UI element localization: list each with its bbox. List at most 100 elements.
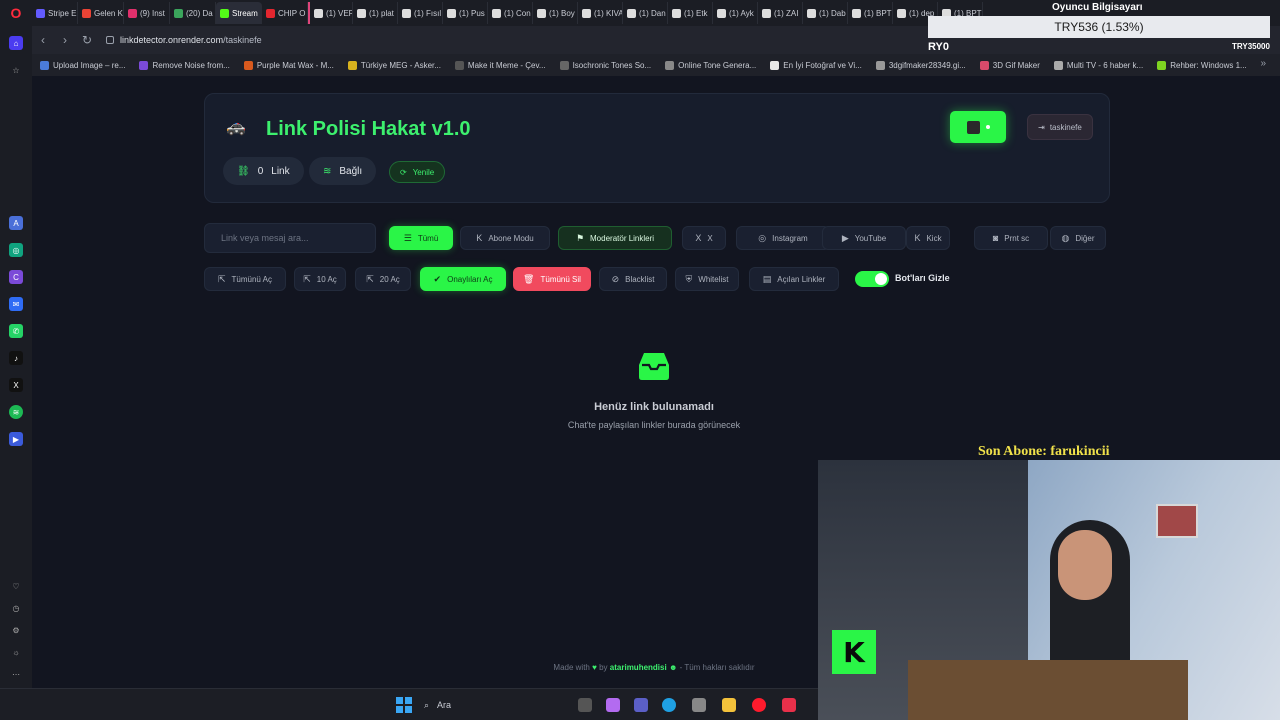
- browser-tab[interactable]: Stream: [216, 2, 262, 24]
- browser-tab[interactable]: (1) Fısıl: [398, 2, 443, 24]
- android-icon: ☻: [668, 663, 678, 672]
- heart-icon[interactable]: ♡: [9, 579, 23, 593]
- browser-tab[interactable]: (1) plat: [353, 2, 398, 24]
- more-icon[interactable]: ⋯: [9, 667, 23, 681]
- filter-chip[interactable]: ◍ Diğer: [1050, 226, 1106, 250]
- filter-chip[interactable]: XX: [682, 226, 726, 250]
- action-button[interactable]: ⇱ 10 Aç: [294, 267, 346, 291]
- opera-taskbar-icon[interactable]: [752, 698, 766, 712]
- store-icon[interactable]: [692, 698, 706, 712]
- aria-icon[interactable]: A: [9, 216, 23, 230]
- filter-chip[interactable]: K Kick: [906, 226, 950, 250]
- bookmark-item[interactable]: Rehber: Windows 1...: [1157, 60, 1247, 70]
- action-button-label: Tümünü Aç: [231, 274, 272, 284]
- app-taskbar-icon[interactable]: [782, 698, 796, 712]
- bookmark-item[interactable]: Remove Noise from...: [139, 60, 230, 70]
- filter-chip[interactable]: ⚑ Moderatör Linkleri: [558, 226, 672, 250]
- browser-tab[interactable]: CHIP O: [262, 2, 308, 24]
- action-button[interactable]: ✔ Onaylıları Aç: [420, 267, 506, 291]
- action-button[interactable]: ⛨ Whitelist: [675, 267, 739, 291]
- action-button[interactable]: ▤ Açılan Linkler: [749, 267, 839, 291]
- reload-icon[interactable]: ↻: [76, 33, 98, 47]
- search-input[interactable]: [204, 223, 376, 253]
- history-icon[interactable]: ◷: [9, 601, 23, 615]
- speed-dial-icon[interactable]: ☆: [9, 63, 23, 77]
- logout-label: taskinefe: [1049, 122, 1082, 132]
- bookmark-item[interactable]: 3dgifmaker28349.gi...: [875, 60, 966, 70]
- browser-tab[interactable]: (20) Da: [170, 2, 216, 24]
- bookmark-item[interactable]: Türkiye MEG - Asker...: [347, 60, 441, 70]
- x-icon[interactable]: X: [9, 378, 23, 392]
- browser-tab[interactable]: (9) Inst: [124, 2, 170, 24]
- action-button[interactable]: ⊘ Blacklist: [599, 267, 667, 291]
- tiktok-icon[interactable]: ♪: [9, 351, 23, 365]
- browser-tab[interactable]: (1) Boy: [533, 2, 578, 24]
- browser-tab[interactable]: (1) KIVA: [578, 2, 623, 24]
- filter-chip[interactable]: ☰ Tümü: [389, 226, 453, 250]
- filter-chip[interactable]: ◙ Prnt sc: [974, 226, 1048, 250]
- bookmark-item[interactable]: Online Tone Genera...: [665, 60, 756, 70]
- hide-bots-toggle[interactable]: [855, 271, 889, 287]
- url-field[interactable]: linkdetector.onrender.com/taskinefe: [106, 35, 262, 45]
- bookmarks-overflow-icon[interactable]: »: [1260, 58, 1266, 69]
- action-button-label: 20 Aç: [379, 274, 400, 284]
- teams-icon[interactable]: [634, 698, 648, 712]
- browser-tab[interactable]: (1) Dan: [623, 2, 668, 24]
- back-icon[interactable]: ‹: [32, 33, 54, 47]
- hide-bots-label: Bot'ları Gizle: [895, 273, 950, 283]
- windows-start-icon[interactable]: [396, 697, 412, 713]
- filter-chip[interactable]: ◎ Instagram: [736, 226, 830, 250]
- spotify-icon[interactable]: ≋: [9, 405, 23, 419]
- footer-by: by: [599, 663, 608, 672]
- user-badge[interactable]: [950, 111, 1006, 143]
- bookmark-item[interactable]: Upload Image – re...: [40, 60, 125, 70]
- whatsapp-icon[interactable]: ✆: [9, 324, 23, 338]
- action-button[interactable]: ⇱ Tümünü Aç: [204, 267, 286, 291]
- bookmark-item[interactable]: En İyi Fotoğraf ve Vi...: [770, 60, 862, 70]
- task-view-icon[interactable]: [578, 698, 592, 712]
- forward-icon[interactable]: ›: [54, 33, 76, 47]
- browser-tab[interactable]: (1) Con: [488, 2, 533, 24]
- bookmark-item[interactable]: 3D Gif Maker: [979, 60, 1040, 70]
- settings-gear-icon[interactable]: ⚙: [9, 623, 23, 637]
- cs-icon[interactable]: C: [9, 270, 23, 284]
- refresh-button[interactable]: ⟳ Yenile: [389, 161, 446, 183]
- browser-tab[interactable]: (1) VER: [308, 2, 353, 24]
- browser-tab[interactable]: (1) BPT: [848, 2, 893, 24]
- bookmark-item[interactable]: Make it Meme - Çev...: [454, 60, 546, 70]
- browser-tab[interactable]: (1) ZAI: [758, 2, 803, 24]
- lightbulb-icon[interactable]: ☼: [9, 645, 23, 659]
- filter-chip-label: Prnt sc: [1004, 233, 1030, 243]
- action-button[interactable]: 🗑 Tümünü Sil: [513, 267, 591, 291]
- opera-logo-icon[interactable]: O: [0, 0, 32, 26]
- filter-chip[interactable]: ▶ YouTube: [822, 226, 906, 250]
- action-button[interactable]: ⇱ 20 Aç: [355, 267, 411, 291]
- bookmark-favicon-icon: [979, 60, 989, 70]
- browser-tab[interactable]: Gelen K: [78, 2, 124, 24]
- footer-author[interactable]: atarimuhendisi: [610, 663, 667, 672]
- empty-state-title: Henüz link bulunamadı: [594, 401, 714, 413]
- browser-tab[interactable]: (1) Etk: [668, 2, 713, 24]
- browser-tab[interactable]: (1) Ayk: [713, 2, 758, 24]
- messenger-icon[interactable]: ✉: [9, 297, 23, 311]
- player-icon[interactable]: ▶: [9, 432, 23, 446]
- browser-tab[interactable]: (1) Pus: [443, 2, 488, 24]
- bookmark-item[interactable]: Isochronic Tones So...: [559, 60, 651, 70]
- filter-chip-label: Moderatör Linkleri: [590, 233, 655, 243]
- home-icon[interactable]: ⌂: [9, 36, 23, 50]
- bookmark-favicon-icon: [875, 60, 885, 70]
- taskbar-search[interactable]: ⌕ Ara: [424, 695, 544, 715]
- bookmark-item[interactable]: Multi TV - 6 haber k...: [1053, 60, 1143, 70]
- bookmark-favicon-icon: [454, 60, 464, 70]
- chatgpt-icon[interactable]: ◎: [9, 243, 23, 257]
- logout-button[interactable]: ⇥ taskinefe: [1027, 114, 1093, 140]
- filter-chip[interactable]: K Abone Modu: [460, 226, 550, 250]
- bookmark-item[interactable]: Purple Mat Wax - M...: [243, 60, 334, 70]
- file-explorer-icon[interactable]: [722, 698, 736, 712]
- edge-icon[interactable]: [662, 698, 676, 712]
- browser-tab[interactable]: (1) Dab: [803, 2, 848, 24]
- browser-tab[interactable]: Stripe E: [32, 2, 78, 24]
- copilot-icon[interactable]: [606, 698, 620, 712]
- link-count: 0: [257, 165, 264, 177]
- filter-chip-icon: K: [476, 233, 483, 243]
